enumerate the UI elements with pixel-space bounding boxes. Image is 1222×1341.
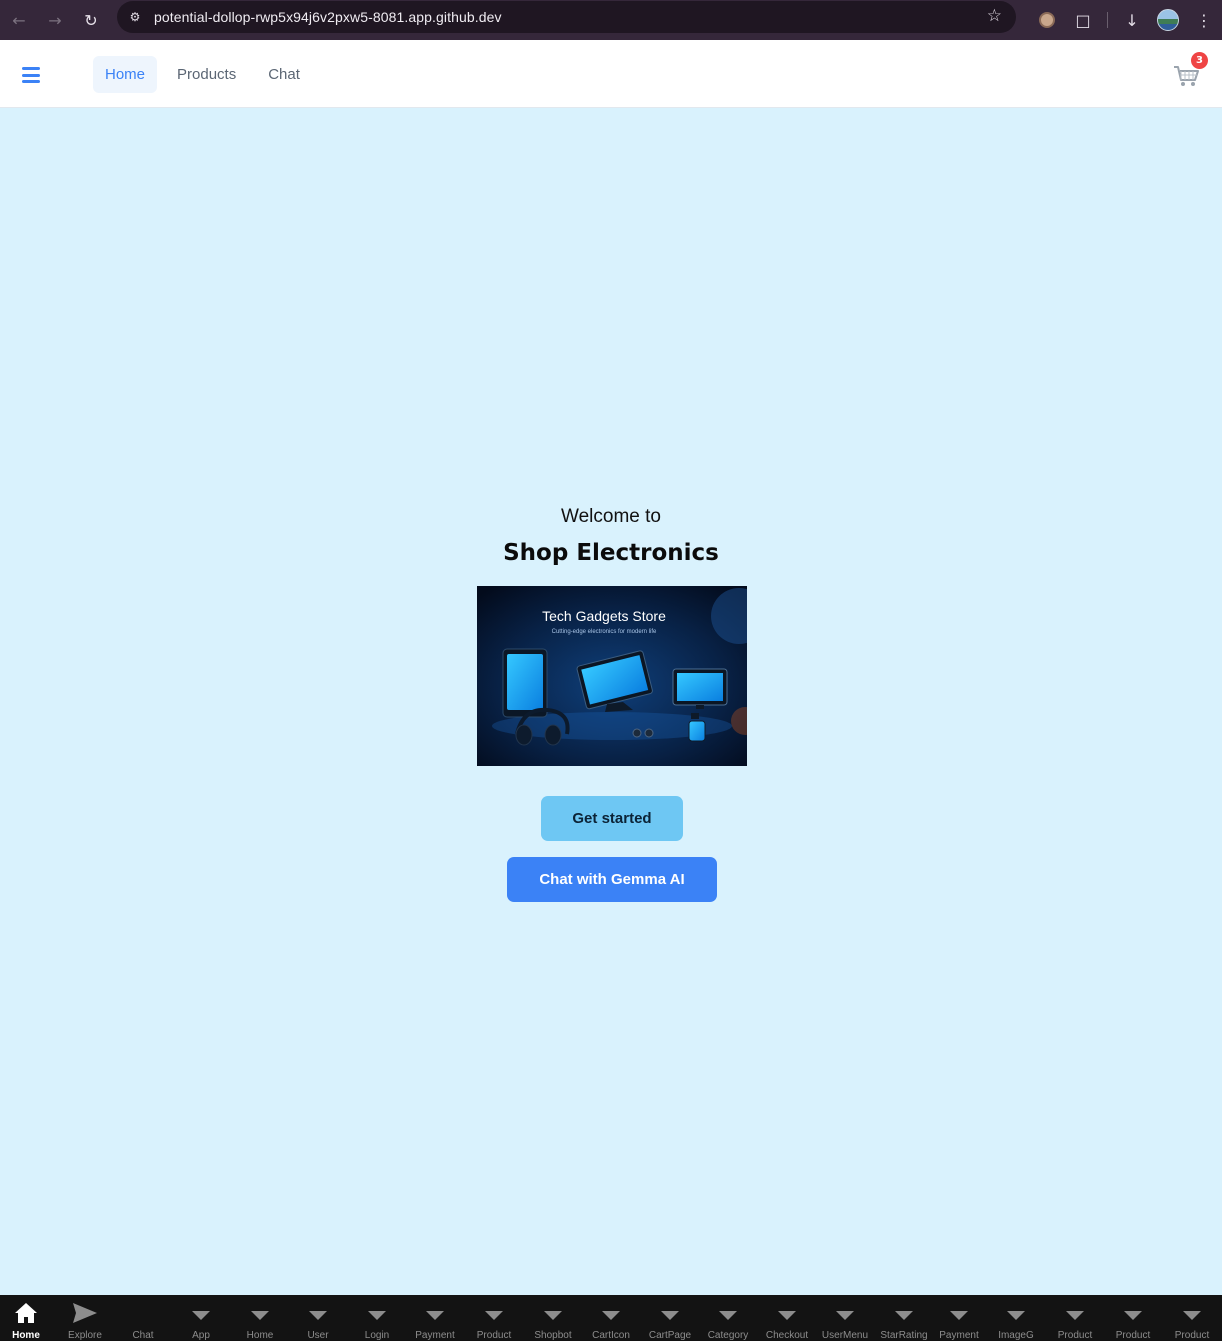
bottom-tab-label: Product	[1174, 1330, 1210, 1341]
banner-subtitle: Cutting-edge electronics for modern life	[552, 629, 657, 635]
bottom-tab-label: Payment	[939, 1330, 979, 1341]
bottom-tab-category[interactable]: Category	[699, 1295, 757, 1341]
bottom-tab-home[interactable]: Home	[0, 1295, 55, 1341]
triangle-down-icon	[1007, 1310, 1025, 1320]
bottom-tab-label: Category	[707, 1330, 749, 1341]
bottom-tab-label: Product	[1115, 1330, 1151, 1341]
bottom-tab-label: CartPage	[648, 1330, 692, 1341]
extension-icon[interactable]	[1029, 4, 1065, 36]
puzzle-icon[interactable]: □	[1065, 4, 1101, 36]
bookmark-star-icon[interactable]: ☆	[987, 6, 1002, 26]
bottom-tab-label: Product	[1057, 1330, 1093, 1341]
triangle-down-icon	[426, 1310, 444, 1320]
bottom-tab-label: Explore	[68, 1330, 102, 1341]
triangle-down-icon	[1124, 1310, 1142, 1320]
tab-home[interactable]: Home	[93, 56, 158, 93]
bottom-tab-explore[interactable]: Explore	[56, 1295, 114, 1341]
triangle-down-icon	[1183, 1310, 1201, 1320]
forward-icon[interactable]: →	[37, 4, 73, 36]
tab-chat[interactable]: Chat	[256, 56, 312, 93]
welcome-text: Welcome to	[561, 506, 661, 527]
triangle-down-icon	[485, 1310, 503, 1320]
bottom-tab-payment-2[interactable]: Payment	[930, 1295, 988, 1341]
triangle-down-icon	[661, 1310, 679, 1320]
bottom-tab-label: App	[192, 1330, 210, 1341]
bottom-tab-label: Shopbot	[534, 1330, 572, 1341]
bottom-tab-bar: Home Explore Chat App Home User Login Pa…	[0, 1295, 1222, 1341]
site-info-icon[interactable]: ⚙	[125, 7, 145, 27]
bottom-tab-usermenu[interactable]: UserMenu	[816, 1295, 874, 1341]
menu-kebab-icon[interactable]: ⋮	[1186, 4, 1222, 36]
cart-count-badge: 3	[1191, 52, 1208, 69]
bottom-tab-label: Login	[364, 1330, 390, 1341]
url-text[interactable]: potential-dollop-rwp5x94j6v2pxw5-8081.ap…	[154, 9, 502, 25]
back-icon[interactable]: ←	[1, 4, 37, 36]
chat-with-gemma-button[interactable]: Chat with Gemma AI	[507, 857, 717, 902]
bottom-tab-label: StarRating	[880, 1330, 928, 1341]
bottom-tab-login[interactable]: Login	[348, 1295, 406, 1341]
bottom-tab-label: Product	[476, 1330, 512, 1341]
bottom-tab-label: CartIcon	[592, 1330, 630, 1341]
top-nav-tabs: Home Products Chat	[93, 56, 312, 93]
triangle-down-icon	[719, 1310, 737, 1320]
bottom-tab-carticon[interactable]: CartIcon	[582, 1295, 640, 1341]
triangle-down-icon	[836, 1310, 854, 1320]
hero-banner-image: Tech Gadgets Store Cutting-edge electron…	[477, 586, 747, 766]
download-icon[interactable]: ↓	[1114, 4, 1150, 36]
home-icon	[0, 1301, 55, 1325]
bottom-tab-label: Checkout	[765, 1330, 809, 1341]
hero-section: Welcome to Shop Electronics Tech Gadgets…	[0, 500, 1222, 902]
triangle-down-icon	[368, 1310, 386, 1320]
bottom-tab-product-2[interactable]: Product	[1046, 1295, 1104, 1341]
hamburger-menu-icon[interactable]	[22, 67, 40, 83]
triangle-down-icon	[192, 1310, 210, 1320]
bottom-tab-chat[interactable]: Chat	[114, 1295, 172, 1341]
banner-title: Tech Gadgets Store	[542, 608, 666, 624]
bottom-tab-starrating[interactable]: StarRating	[875, 1295, 933, 1341]
get-started-button[interactable]: Get started	[541, 796, 683, 841]
address-bar[interactable]: ⚙ potential-dollop-rwp5x94j6v2pxw5-8081.…	[117, 1, 1016, 33]
bottom-tab-payment[interactable]: Payment	[406, 1295, 464, 1341]
bottom-tab-label: Payment	[415, 1330, 455, 1341]
triangle-down-icon	[895, 1310, 913, 1320]
bottom-tab-home-2[interactable]: Home	[231, 1295, 289, 1341]
tab-products[interactable]: Products	[165, 56, 248, 93]
profile-avatar[interactable]	[1150, 4, 1186, 36]
triangle-down-icon	[778, 1310, 796, 1320]
brand-title: Shop Electronics	[503, 540, 719, 566]
app-header: Home Products Chat	[0, 40, 1222, 108]
bottom-tab-product-4[interactable]: Product	[1163, 1295, 1221, 1341]
toolbar-divider	[1107, 12, 1108, 28]
triangle-down-icon	[602, 1310, 620, 1320]
bottom-tab-label: Home	[12, 1330, 40, 1341]
bottom-tab-label: UserMenu	[821, 1330, 869, 1341]
bottom-tab-product-3[interactable]: Product	[1104, 1295, 1162, 1341]
triangle-down-icon	[1066, 1310, 1084, 1320]
reload-icon[interactable]: ↻	[73, 4, 109, 36]
browser-toolbar: ← → ↻ ⚙ potential-dollop-rwp5x94j6v2pxw5…	[0, 0, 1222, 40]
bottom-tab-user[interactable]: User	[289, 1295, 347, 1341]
bottom-tab-imageg[interactable]: ImageG	[987, 1295, 1045, 1341]
triangle-down-icon	[251, 1310, 269, 1320]
bottom-tab-label: Chat	[132, 1330, 154, 1341]
bottom-tab-app[interactable]: App	[172, 1295, 230, 1341]
triangle-down-icon	[544, 1310, 562, 1320]
bottom-tab-product[interactable]: Product	[465, 1295, 523, 1341]
triangle-down-icon	[309, 1310, 327, 1320]
bottom-tab-label: User	[307, 1330, 329, 1341]
bottom-tab-shopbot[interactable]: Shopbot	[524, 1295, 582, 1341]
bottom-tab-label: Home	[246, 1330, 274, 1341]
bottom-tab-label: ImageG	[998, 1330, 1034, 1341]
paper-plane-icon	[56, 1301, 114, 1325]
bottom-tab-cartpage[interactable]: CartPage	[641, 1295, 699, 1341]
triangle-down-icon	[950, 1310, 968, 1320]
bottom-tab-checkout[interactable]: Checkout	[758, 1295, 816, 1341]
